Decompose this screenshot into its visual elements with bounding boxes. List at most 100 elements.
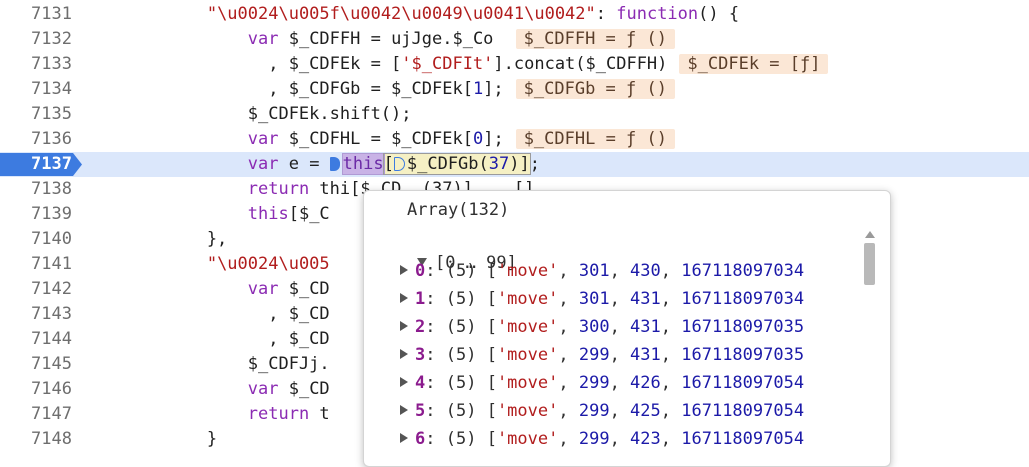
bracket: [	[476, 261, 497, 281]
code-token: $_CDFEk.shift();	[84, 104, 412, 124]
expand-right-icon[interactable]	[400, 377, 408, 387]
code-token: :	[595, 4, 617, 24]
expand-right-icon[interactable]	[400, 293, 408, 303]
expand-right-icon[interactable]	[400, 265, 408, 275]
call-name: $_CDFGb(	[406, 154, 489, 174]
code-text: "\u0024\u005	[84, 252, 330, 277]
popover-title: Array(132)	[407, 200, 510, 220]
bracket: [	[476, 345, 497, 365]
array-entry-row[interactable]: 2: (5) ['move', 300, 431, 167118097035	[400, 314, 804, 340]
entry-timestamp: 167118097054	[681, 373, 805, 393]
colon: :	[425, 429, 446, 449]
separator: ,	[558, 289, 579, 309]
array-entry-row[interactable]: 6: (5) ['move', 299, 423, 167118097054	[400, 426, 804, 452]
number-literal: 0	[472, 129, 484, 149]
colon: :	[425, 317, 446, 337]
code-token: $_CD	[278, 279, 330, 299]
colon: :	[425, 401, 446, 421]
entry-length: (5)	[445, 261, 477, 281]
colon: :	[425, 289, 446, 309]
array-entry-row[interactable]: 3: (5) ['move', 299, 431, 167118097035	[400, 342, 804, 368]
array-entry-row[interactable]: 5: (5) ['move', 299, 425, 167118097054	[400, 398, 804, 424]
line-number[interactable]: 7143	[0, 302, 82, 327]
inline-variable-value: $_CDFGb = ƒ ()	[515, 79, 675, 99]
entry-index: 6	[415, 429, 426, 449]
line-number[interactable]: 7141	[0, 252, 82, 277]
code-line: 7135 $_CDFEk.shift();	[0, 102, 1029, 127]
entry-length: (5)	[445, 429, 477, 449]
string-literal: '$_CDFIt'	[401, 54, 494, 74]
separator: ,	[609, 401, 631, 421]
keyword: this	[247, 204, 289, 224]
code-line: 7134 , $_CDFGb = $_CDFEk[1]; $_CDFGb = ƒ …	[0, 77, 1029, 102]
line-number[interactable]: 7140	[0, 227, 82, 252]
line-number[interactable]: 7138	[0, 177, 82, 202]
separator: ,	[660, 373, 682, 393]
line-number[interactable]: 7135	[0, 102, 82, 127]
expand-right-icon[interactable]	[400, 349, 408, 359]
line-number[interactable]: 7146	[0, 377, 82, 402]
entry-action: 'move'	[496, 429, 559, 449]
execution-step-marker-icon[interactable]	[329, 157, 340, 171]
separator: ,	[609, 289, 631, 309]
line-number[interactable]: 7134	[0, 77, 82, 102]
scrollbar-thumb[interactable]	[864, 243, 875, 285]
code-token: , $_CDFGb = $_CDFEk[	[84, 79, 473, 99]
entry-action: 'move'	[496, 289, 559, 309]
entry-y: 431	[630, 317, 661, 337]
separator: ,	[660, 261, 682, 281]
line-number[interactable]: 7145	[0, 352, 82, 377]
entry-action: 'move'	[496, 261, 559, 281]
line-number[interactable]: 7133	[0, 52, 82, 77]
code-token: , $_CD	[84, 304, 330, 324]
inline-variable-value: $_CDFFH = ƒ ()	[515, 29, 675, 49]
expand-right-icon[interactable]	[400, 321, 408, 331]
code-token: thi	[309, 179, 351, 199]
separator: ,	[558, 401, 579, 421]
bracket: [	[476, 317, 497, 337]
line-number[interactable]: 7148	[0, 427, 82, 452]
keyword: var	[247, 379, 279, 399]
code-text: , $_CD	[84, 302, 330, 327]
line-number[interactable]: 7139	[0, 202, 82, 227]
separator: ,	[558, 261, 579, 281]
line-number[interactable]: 7132	[0, 27, 82, 52]
line-number[interactable]: 7142	[0, 277, 82, 302]
line-number[interactable]: 7131	[0, 2, 82, 27]
code-token: $_CDFFH = ujJge.$_Co	[278, 29, 504, 49]
entry-x: 299	[578, 429, 610, 449]
entry-action: 'move'	[496, 401, 559, 421]
line-number[interactable]: 7136	[0, 127, 82, 152]
expand-right-icon[interactable]	[400, 433, 408, 443]
array-entry-row[interactable]: 4: (5) ['move', 299, 426, 167118097054	[400, 370, 804, 396]
code-line: 7131 "\u0024\u005f\u0042\u0049\u0041\u00…	[0, 2, 1029, 27]
scroll-up-arrow-icon[interactable]	[865, 231, 875, 238]
code-token: },	[84, 229, 228, 249]
line-number[interactable]: 7144	[0, 327, 82, 352]
bracket: [	[476, 401, 497, 421]
keyword-var: var	[247, 154, 279, 174]
inline-step-marker-icon[interactable]	[393, 157, 405, 171]
line-number[interactable]: 7147	[0, 402, 82, 427]
expand-right-icon[interactable]	[400, 405, 408, 415]
number-literal: 1	[472, 79, 484, 99]
breakpoint-marker-icon[interactable]: 7137	[0, 153, 82, 176]
array-entry-row[interactable]: 0: (5) ['move', 301, 430, 167118097034	[400, 258, 804, 284]
keyword: var	[247, 279, 279, 299]
code-line: 7136 var $_CDFHL = $_CDFEk[0]; $_CDFHL = …	[0, 127, 1029, 152]
code-token: $_CD	[278, 379, 330, 399]
entry-timestamp: 167118097054	[681, 429, 805, 449]
code-token: ];	[483, 129, 504, 149]
entry-length: (5)	[445, 401, 477, 421]
separator: ,	[609, 317, 631, 337]
popover-scrollbar[interactable]	[863, 231, 877, 466]
array-entry-row[interactable]: 1: (5) ['move', 301, 431, 167118097034	[400, 286, 804, 312]
entry-x: 299	[578, 373, 610, 393]
entry-x: 299	[578, 401, 610, 421]
identifier-e: e =	[278, 154, 330, 174]
separator: ,	[660, 317, 682, 337]
code-text: "\u0024\u005f\u0042\u0049\u0041\u0042": …	[84, 2, 739, 27]
entry-x: 301	[578, 261, 610, 281]
